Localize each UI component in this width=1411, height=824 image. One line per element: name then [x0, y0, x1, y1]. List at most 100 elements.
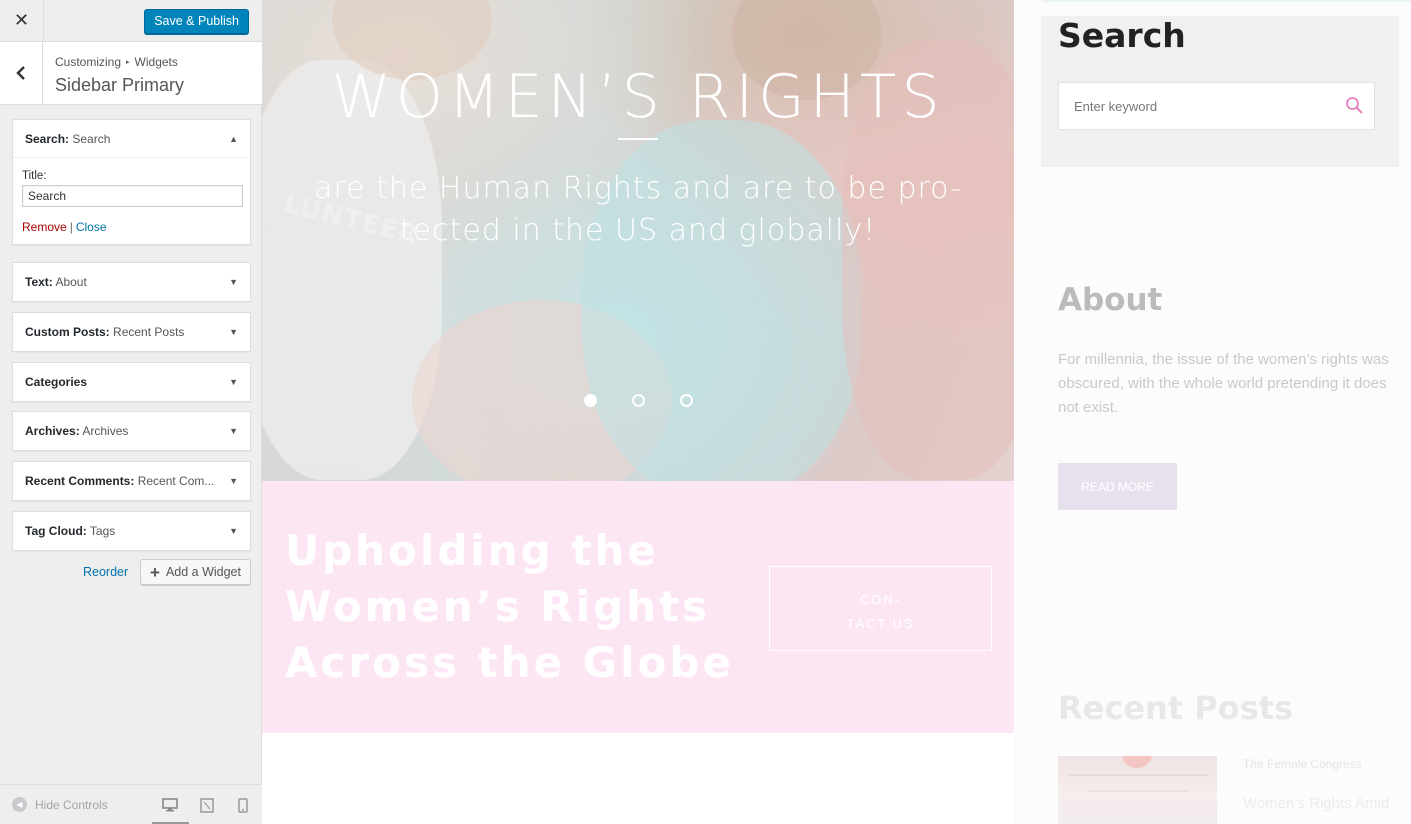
widget-recent-comments[interactable]: Recent Comments: Recent Com... ▼ [12, 461, 251, 501]
section-title: Sidebar Primary [55, 75, 185, 95]
hero-slider: LUNTEER WOMEN’S RIGHTS are the Human Rig… [262, 0, 1014, 481]
section-header: Customizing ▸ Widgets Sidebar Primary [0, 42, 262, 105]
title-input[interactable] [22, 185, 243, 207]
widget-instance: Recent Com... [137, 474, 215, 488]
top-hairline [1042, 0, 1411, 2]
close-customizer-button[interactable]: ✕ [0, 0, 44, 41]
search-icon[interactable] [1345, 96, 1364, 115]
expand-arrow-icon[interactable]: ▼ [229, 327, 238, 337]
widget-instance: Recent Posts [113, 325, 185, 339]
breadcrumb: Customizing ▸ Widgets [55, 55, 178, 69]
breadcrumb-customizing: Customizing [55, 55, 122, 69]
add-widget-button[interactable]: + Add a Widget [140, 559, 251, 585]
preview-desktop-button[interactable] [152, 796, 189, 824]
expand-arrow-icon[interactable]: ▼ [229, 526, 238, 536]
widget-recent-comments-header[interactable]: Recent Comments: Recent Com... ▼ [13, 462, 250, 500]
widget-custom-posts-header[interactable]: Custom Posts: Recent Posts ▼ [13, 313, 250, 351]
close-link[interactable]: Close [76, 220, 107, 234]
widget-name: Archives: [25, 424, 80, 438]
about-widget-text: For millennia, the issue of the women’s … [1058, 351, 1389, 416]
breadcrumb-separator-icon: ▸ [126, 59, 130, 66]
widget-name: Tag Cloud: [25, 524, 87, 538]
thumbnail-rail-shape [1068, 774, 1208, 776]
about-widget-title: About [1058, 282, 1163, 318]
thumbnail-lamp-shape [1122, 756, 1152, 768]
widget-archives[interactable]: Archives: Archives ▼ [12, 411, 251, 451]
preview-mobile-button[interactable] [233, 796, 253, 814]
widget-tag-cloud-header[interactable]: Tag Cloud: Tags ▼ [13, 512, 250, 550]
hero-subtitle-line1: are the Human Rights and are to be pro- [314, 171, 962, 206]
thumbnail-rail-shape [1088, 790, 1188, 792]
expand-arrow-icon[interactable]: ▼ [229, 277, 238, 287]
cta-heading-line3: Across the Globe [285, 638, 734, 687]
widget-name: Text: [25, 275, 53, 289]
widget-name: Custom Posts: [25, 325, 110, 339]
hero-title-underline [618, 138, 658, 140]
cta-section: Upholding the Women’s Rights Across the … [262, 481, 1014, 733]
widget-name: Categories [25, 375, 88, 389]
widget-actions: Remove | Close [22, 220, 241, 234]
search-placeholder: Enter keyword [1074, 99, 1158, 114]
expand-arrow-icon[interactable]: ▼ [229, 476, 238, 486]
widget-categories-header[interactable]: Categories ▼ [13, 363, 250, 401]
back-button[interactable] [0, 42, 43, 104]
save-publish-button[interactable]: Save & Publish [144, 9, 249, 34]
widget-search-header[interactable]: Search: Search ▲ [13, 120, 250, 158]
slider-dot-1[interactable] [584, 394, 597, 407]
widget-search: Search: Search ▲ Title: Remove|Close [12, 119, 251, 245]
customizer-footer: ◀ Hide Controls [0, 784, 262, 824]
recent-post-title[interactable]: Women’s Rights Amid [1243, 795, 1389, 812]
widget-instance: About [55, 275, 87, 289]
hero-title: WOMEN’S RIGHTS [331, 62, 945, 132]
collapse-icon: ◀ [12, 797, 27, 812]
contact-us-line1: CON- [859, 592, 902, 607]
recent-posts-title: Recent Posts [1058, 689, 1294, 727]
search-input[interactable]: Enter keyword [1058, 82, 1375, 130]
search-widget-title: Search [1058, 16, 1186, 55]
widget-archives-header[interactable]: Archives: Archives ▼ [13, 412, 250, 450]
widget-instance: Archives [82, 424, 129, 438]
sidebar-search-widget: Search Enter keyword [1041, 16, 1399, 167]
widget-name: Search: [25, 131, 70, 146]
slider-dot-2[interactable] [632, 394, 645, 407]
title-label: Title: [22, 170, 47, 182]
tablet-icon [200, 797, 214, 813]
cta-heading-line1: Upholding the [285, 526, 659, 575]
widget-search-form: Title: Remove|Close [13, 158, 250, 244]
cta-heading-line2: Women’s Rights [285, 582, 711, 631]
preview-tablet-button[interactable] [197, 796, 217, 814]
reorder-link[interactable]: Reorder [83, 565, 128, 579]
add-widget-label: Add a Widget [165, 565, 241, 579]
customizer-panel: ✕ Save & Publish Customizing ▸ Widgets Sid… [0, 0, 262, 824]
collapse-arrow-icon[interactable]: ▲ [229, 134, 238, 144]
widget-instance: Tags [89, 524, 116, 538]
desktop-icon [162, 798, 178, 812]
widget-name: Recent Comments: [25, 474, 135, 488]
recent-post-thumbnail[interactable] [1058, 756, 1217, 824]
hero-subtitle: are the Human Rights and are to be pro- … [302, 168, 974, 252]
widget-categories[interactable]: Categories ▼ [12, 362, 251, 402]
breadcrumb-widgets: Widgets [134, 55, 178, 69]
read-more-button[interactable]: READ MORE [1058, 463, 1177, 510]
expand-arrow-icon[interactable]: ▼ [229, 426, 238, 436]
expand-arrow-icon[interactable]: ▼ [229, 377, 238, 387]
widget-text[interactable]: Text: About ▼ [12, 262, 251, 302]
hide-controls-button[interactable]: ◀ Hide Controls [12, 797, 108, 812]
widget-tag-cloud[interactable]: Tag Cloud: Tags ▼ [12, 511, 251, 551]
contact-us-line2: TACT US [846, 616, 915, 631]
recent-post-meta: The Female Congress [1243, 757, 1362, 771]
widget-instance: Search [72, 131, 111, 146]
hide-controls-label: Hide Controls [35, 797, 108, 812]
slider-dot-3[interactable] [680, 394, 693, 407]
close-icon: ✕ [13, 10, 30, 31]
widget-custom-posts[interactable]: Custom Posts: Recent Posts ▼ [12, 312, 251, 352]
hero-subtitle-line2: tected in the US and globally! [399, 213, 877, 248]
customizer-top-bar: ✕ Save & Publish [0, 0, 262, 42]
remove-link[interactable]: Remove [22, 220, 67, 234]
mobile-icon [238, 797, 248, 813]
widget-text-header[interactable]: Text: About ▼ [13, 263, 250, 301]
chevron-left-icon [16, 66, 25, 80]
contact-us-button[interactable]: CON- TACT US [769, 566, 992, 651]
cta-heading: Upholding the Women’s Rights Across the … [285, 523, 745, 691]
action-divider: | [69, 220, 73, 234]
